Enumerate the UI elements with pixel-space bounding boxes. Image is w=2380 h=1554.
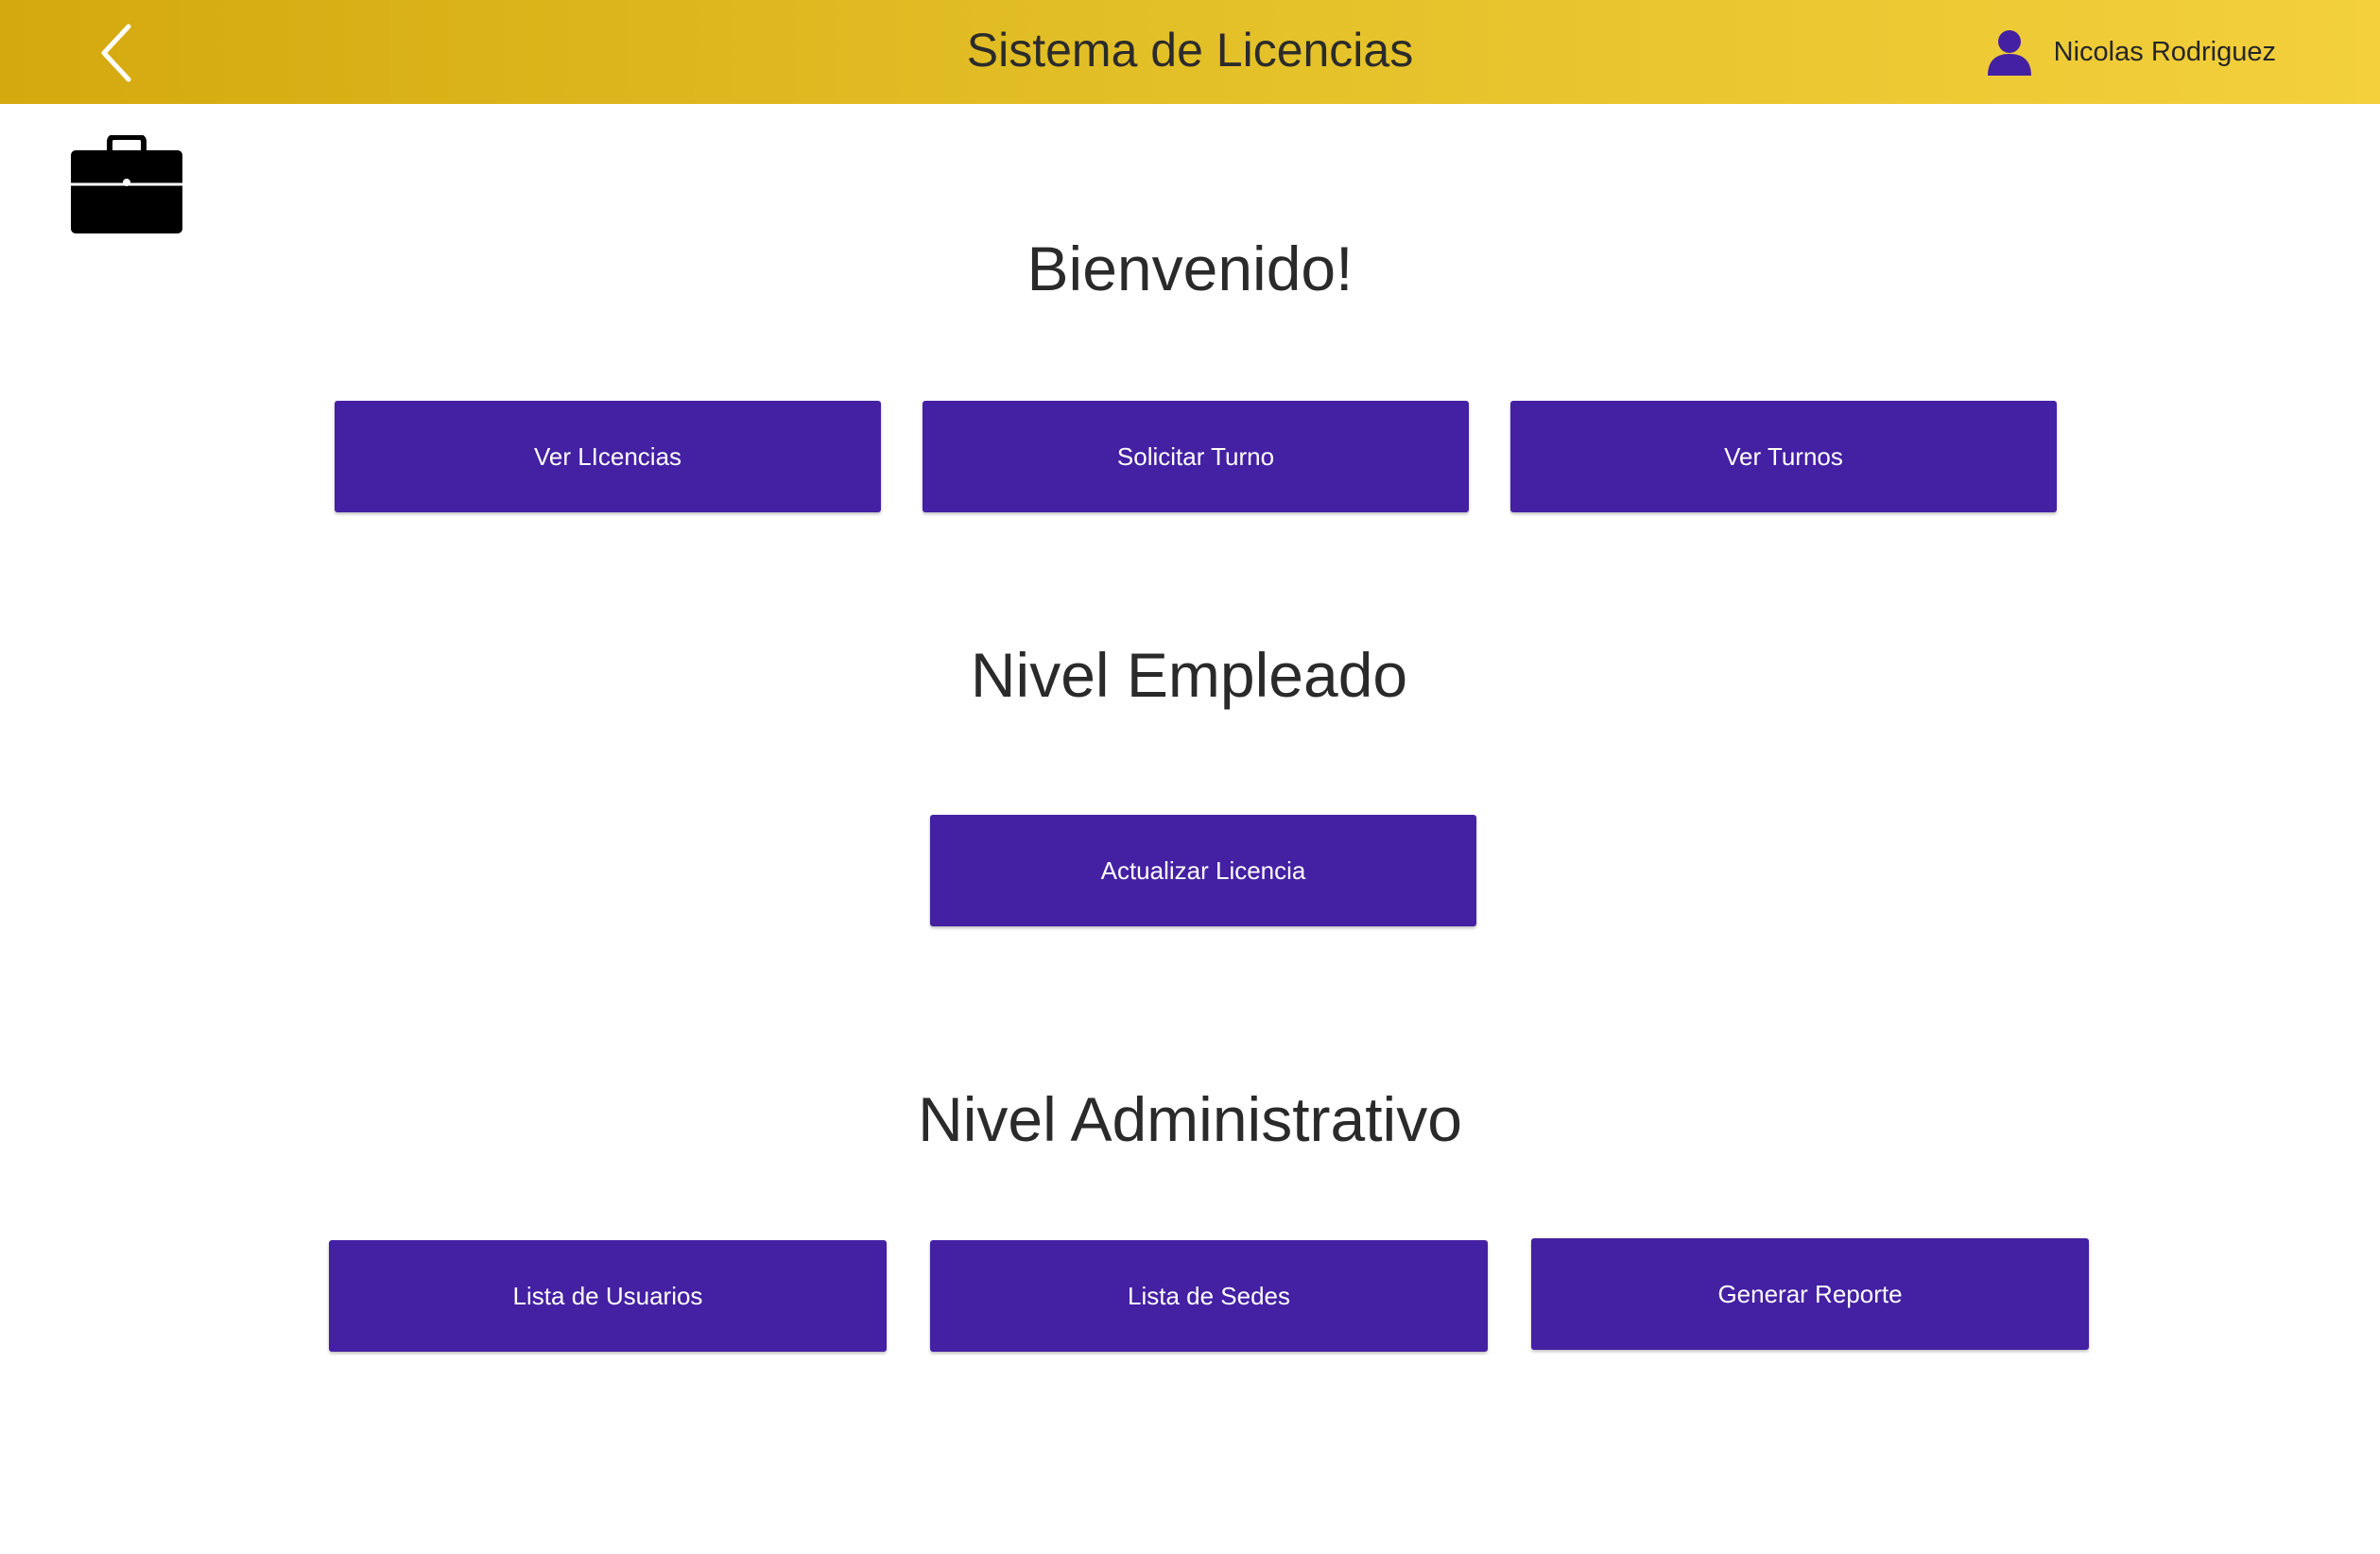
lista-usuarios-button[interactable]: Lista de Usuarios — [329, 1240, 887, 1352]
back-button[interactable] — [91, 21, 147, 85]
ver-turnos-button[interactable]: Ver Turnos — [1510, 401, 2057, 512]
chevron-left-icon — [101, 24, 131, 82]
user-name: Nicolas Rodriguez — [2053, 36, 2276, 67]
actualizar-licencia-button[interactable]: Actualizar Licencia — [930, 815, 1476, 926]
top-bar: Sistema de Licencias Nicolas Rodriguez — [0, 0, 2380, 104]
solicitar-turno-button[interactable]: Solicitar Turno — [923, 401, 1469, 512]
welcome-heading: Bienvenido! — [1026, 233, 1354, 303]
ver-licencias-button[interactable]: Ver LIcencias — [335, 401, 881, 512]
generar-reporte-button[interactable]: Generar Reporte — [1531, 1238, 2089, 1350]
lista-sedes-button[interactable]: Lista de Sedes — [930, 1240, 1488, 1352]
user-icon — [1987, 30, 2031, 76]
briefcase-icon — [71, 135, 182, 233]
user-menu[interactable]: Nicolas Rodriguez — [1986, 23, 2276, 81]
employee-heading: Nivel Empleado — [970, 640, 1408, 710]
admin-heading: Nivel Administrativo — [918, 1084, 1462, 1154]
